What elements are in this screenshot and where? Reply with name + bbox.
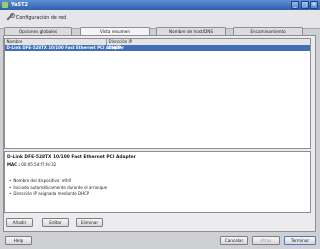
mac-value: 00:05:5d:f7:fe:32 <box>21 162 57 167</box>
devices-table[interactable]: Nombre Dirección IP D-Link DFE-528TX 10/… <box>4 38 311 149</box>
tab-hostname-dns[interactable]: Nombre de host/DNS <box>156 27 226 35</box>
maximize-button[interactable]: □ <box>300 1 309 9</box>
back-button[interactable]: Atrás <box>252 236 280 245</box>
row-ip-address: DHCP <box>108 45 122 50</box>
window-title: YaST2 <box>11 2 29 8</box>
device-details: D-Link DFE-528TX 10/100 Fast Ethernet PC… <box>4 151 311 213</box>
tab-bar: Opciones globales Vista resumen Nombre d… <box>4 26 316 35</box>
add-button[interactable]: Añadir <box>6 218 33 227</box>
module-title: Configuración de red <box>16 16 67 21</box>
mac-label: MAC : <box>7 162 21 167</box>
table-row[interactable]: D-Link DFE-528TX 10/100 Fast Ethernet PC… <box>5 45 310 51</box>
yast-app-icon <box>2 2 8 8</box>
delete-button[interactable]: Eliminar <box>76 218 103 227</box>
mac-address: MAC : 00:05:5d:f7:fe:32 <box>7 162 56 167</box>
finish-button[interactable]: Terminar <box>284 236 316 245</box>
wrench-icon <box>5 13 15 22</box>
minimize-button[interactable]: _ <box>291 1 299 9</box>
tab-routing[interactable]: Encaminamiento <box>233 27 303 35</box>
edit-button[interactable]: Editar <box>42 218 69 227</box>
details-title: D-Link DFE-528TX 10/100 Fast Ethernet PC… <box>7 155 136 160</box>
list-item: Dirección IP asignada mediante DHCP <box>9 191 107 198</box>
tab-global-options[interactable]: Opciones globales <box>4 27 72 35</box>
window-titlebar: YaST2 _ □ ✕ <box>0 0 320 10</box>
row-device-name: D-Link DFE-528TX 10/100 Fast Ethernet PC… <box>6 45 124 50</box>
close-button[interactable]: ✕ <box>310 1 318 9</box>
cancel-button[interactable]: Cancelar <box>220 236 248 245</box>
details-list: Nombre del dispositivo: eth0 Iniciado au… <box>9 178 107 198</box>
window-controls: _ □ ✕ <box>291 1 318 9</box>
tab-overview[interactable]: Vista resumen <box>80 26 150 35</box>
help-button[interactable]: Help <box>5 236 32 245</box>
